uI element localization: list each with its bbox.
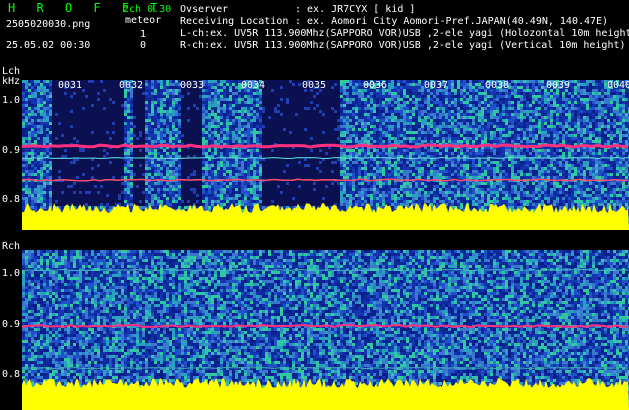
datetime-label: 25.05.02 00:30 xyxy=(6,40,90,52)
rch-ytick-3: 0.8 xyxy=(2,369,20,380)
minute-label-0040: 0040 xyxy=(607,80,629,91)
rch-info: R-ch:ex. UV5R 113.900Mhz(SAPPORO VOR)USB… xyxy=(180,40,626,52)
lch-unit: kHz xyxy=(2,76,20,87)
observer-value: : ex. JR7CYX [ kid ] xyxy=(295,4,415,16)
rch-ytick-1: 1.0 xyxy=(2,268,20,279)
minute-label-0034: 0034 xyxy=(241,80,265,91)
minute-label-0032: 0032 xyxy=(119,80,143,91)
rch-count: 0 xyxy=(140,40,146,52)
lch-ytick-3: 0.8 xyxy=(2,194,20,205)
minute-label-0039: 0039 xyxy=(546,80,570,91)
minute-label-0035: 0035 xyxy=(302,80,326,91)
mode-label: meteor xyxy=(125,15,161,27)
rch-ytick-2: 0.9 xyxy=(2,319,20,330)
observer-label: Ovserver xyxy=(180,4,228,16)
rch-spectrogram[interactable] xyxy=(22,250,629,410)
minute-label-0036: 0036 xyxy=(363,80,387,91)
lch-spectrogram[interactable] xyxy=(22,80,629,230)
header-panel: H R O F F T 2505020030.png 25.05.02 00:3… xyxy=(0,0,629,80)
minute-label-0038: 0038 xyxy=(485,80,509,91)
lch-ytick-1: 1.0 xyxy=(2,95,20,106)
rch-label: Rch xyxy=(2,241,20,252)
minute-label-0033: 0033 xyxy=(180,80,204,91)
filename-label: 2505020030.png xyxy=(6,19,90,31)
location-label: Receiving Location xyxy=(180,16,288,28)
minute-label-0037: 0037 xyxy=(424,80,448,91)
minute-label-0031: 0031 xyxy=(58,80,82,91)
lch-info: L-ch:ex. UV5R 113.900Mhz(SAPPORO VOR)USB… xyxy=(180,28,629,40)
location-value: : ex. Aomori City Aomori-Pref.JAPAN(40.4… xyxy=(295,16,608,28)
lch-ytick-2: 0.9 xyxy=(2,145,20,156)
